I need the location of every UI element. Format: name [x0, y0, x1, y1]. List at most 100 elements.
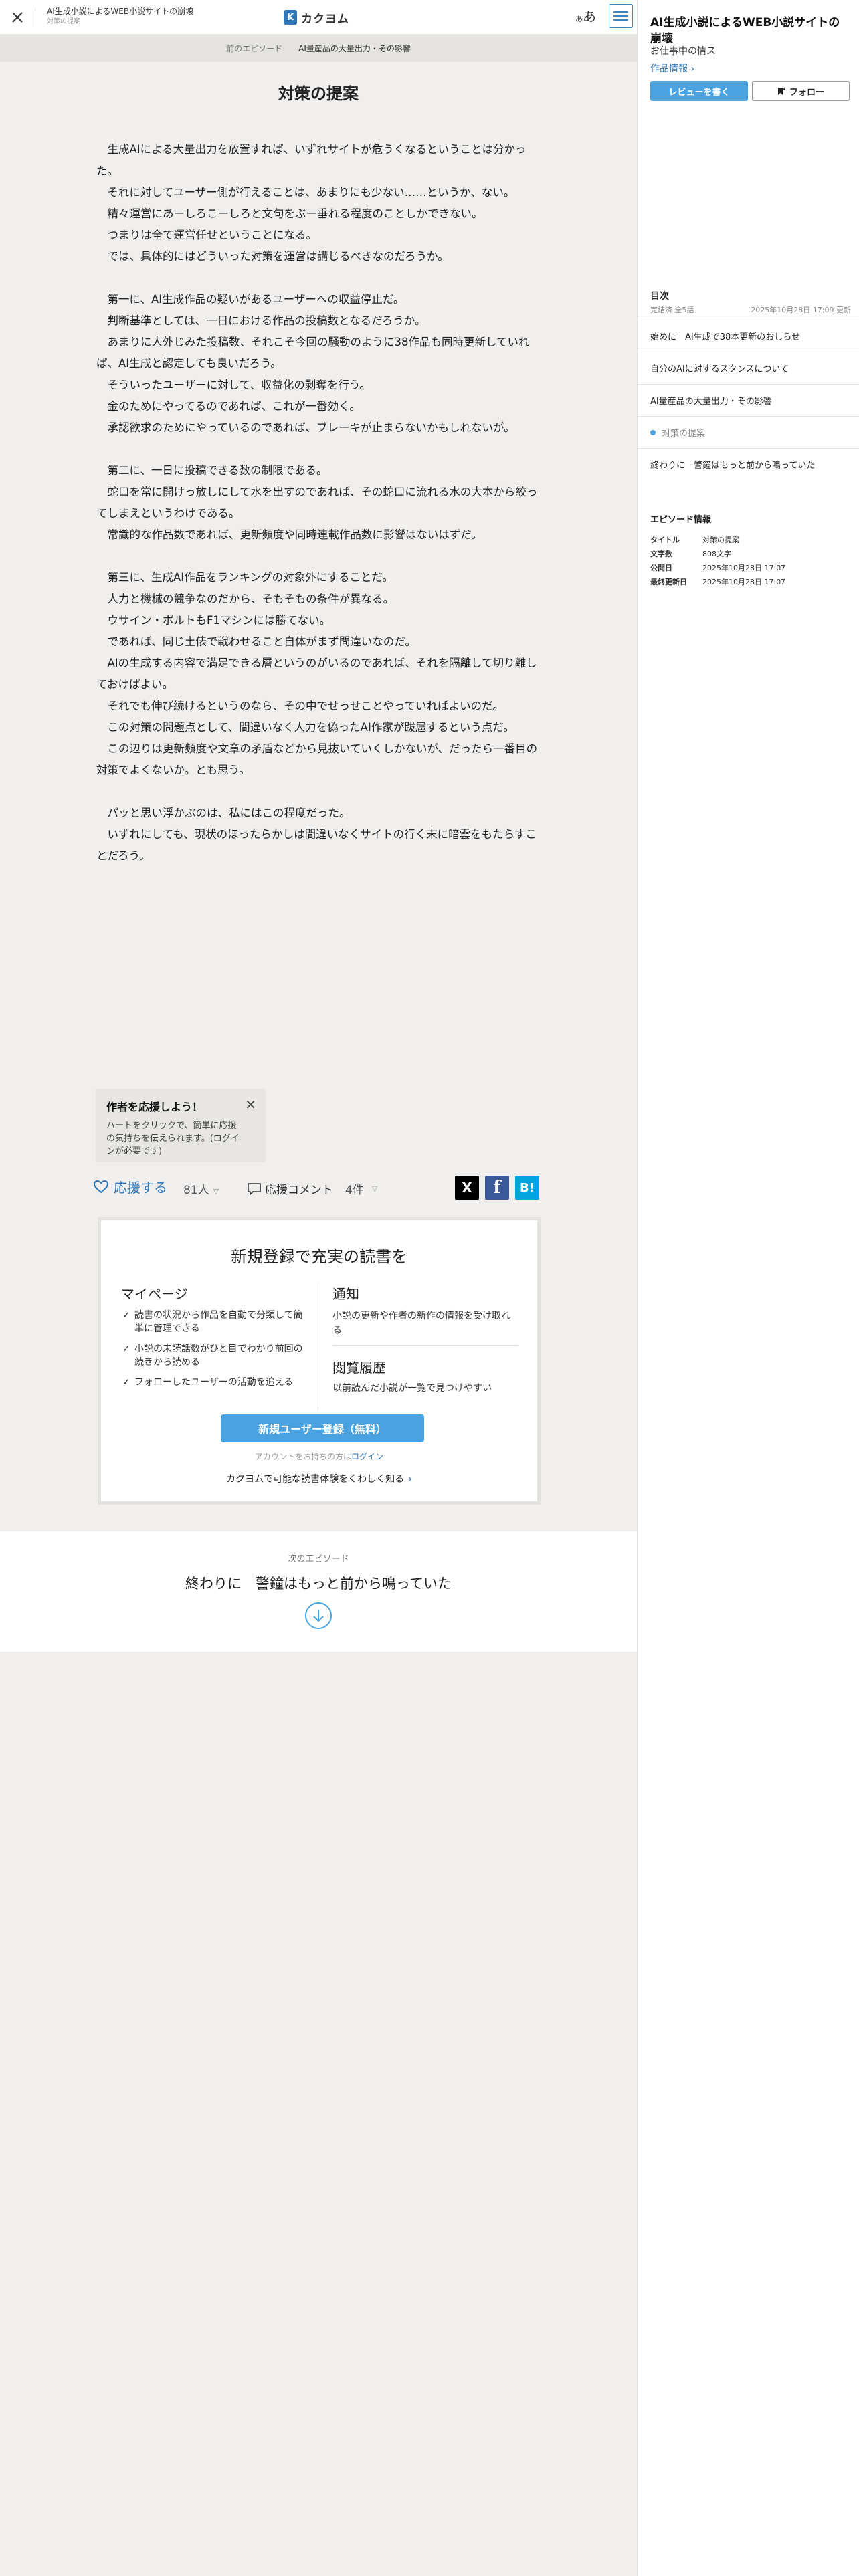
toc-item[interactable]: AI量産品の大量出力・その影響: [638, 384, 859, 416]
cheer-count-button[interactable]: 81人 ▽: [183, 1180, 219, 1197]
x-icon: X: [462, 1180, 472, 1196]
body-paragraph: 金のためにやってるのであれば、これが一番効く。: [96, 400, 361, 413]
next-episode-section: 次のエピソード 終わりに 警鐘はもっと前から鳴っていた: [0, 1531, 637, 1652]
episode-info-row: タイトル 対策の提案: [650, 532, 851, 546]
prev-episode-title[interactable]: AI量産品の大量出力・その影響: [298, 43, 411, 54]
episode-info-row: 文字数 808文字: [650, 546, 851, 560]
notify-description: 小説の更新や作者の新作の情報を受け取れる: [332, 1311, 510, 1336]
episode-info-value: 2025年10月28日 17:07: [702, 563, 786, 572]
body-paragraph: あまりに人外じみた投稿数、それこそ今回の騒動のように38作品も同時更新していれば…: [96, 336, 530, 370]
close-button[interactable]: [8, 8, 27, 27]
notify-title: 通知: [332, 1286, 359, 1302]
sidebar-author[interactable]: お仕事中の情ス: [650, 44, 716, 58]
body-paragraph: いずれにしても、現状のほったらかしは間違いなくサイトの行く末に暗雲をもたらすこと…: [96, 828, 537, 862]
cheer-tooltip: 作者を応援しよう！ ハートをクリックで、簡単に応援の気持ちを伝えられます。(ログ…: [96, 1089, 266, 1162]
toc-item[interactable]: 終わりに 警鐘はもっと前から鳴っていた: [638, 448, 859, 480]
episode-info-key: 公開日: [650, 563, 672, 572]
body-paragraph: 第一に、AI生成作品の疑いがあるユーザーへの収益停止だ。: [96, 293, 405, 306]
body-paragraph: 第三に、生成AI作品をランキングの対象外にすることだ。: [96, 571, 393, 584]
body-paragraph: 常識的な作品数であれば、更新頻度や同時連載作品数に影響はないはずだ。: [96, 528, 482, 541]
register-button[interactable]: 新規ユーザー登録（無料）: [221, 1414, 424, 1442]
body-paragraph: AIの生成する内容で満足できる層というのがいるのであれば、それを隔離して切り離し…: [96, 657, 537, 691]
facebook-icon: f: [493, 1178, 501, 1198]
next-episode-button[interactable]: [305, 1602, 332, 1629]
prev-episode-label[interactable]: 前のエピソード: [226, 43, 282, 54]
font-large-glyph: あ: [583, 9, 596, 25]
tooltip-close-icon[interactable]: ✕: [245, 1098, 256, 1111]
body-paragraph: [96, 781, 541, 802]
write-review-button[interactable]: レビューを書く: [650, 81, 748, 101]
follow-button[interactable]: フォロー: [752, 81, 850, 101]
body-paragraph: この対策の問題点として、間違いなく人力を偽ったAI作家が跋扈するという点だ。: [96, 721, 514, 734]
episode-info-value: 808文字: [702, 549, 731, 558]
logo-mark-icon: K: [284, 10, 297, 25]
logo-text: カクヨム: [301, 12, 349, 26]
history-description: 以前読んだ小説が一覧で見つけやすい: [332, 1383, 492, 1394]
cheer-button[interactable]: 応援する: [94, 1177, 167, 1196]
comment-button[interactable]: 応援コメント 4件 ▽: [248, 1180, 377, 1197]
next-episode-title[interactable]: 終わりに 警鐘はもっと前から鳴っていた: [0, 1573, 637, 1593]
episode-info-value: 対策の提案: [702, 535, 739, 544]
sidebar-work-title[interactable]: AI生成小説によるWEB小説サイトの崩壊: [650, 15, 848, 47]
arrow-down-icon: [313, 1610, 324, 1622]
toc-item[interactable]: 自分のAIに対するスタンスについて: [638, 352, 859, 384]
font-small-glyph: あ: [575, 15, 583, 23]
site-logo[interactable]: K カクヨム: [284, 8, 349, 27]
body-paragraph: であれば、同じ土俵で戦わせること自体がまず間違いなのだ。: [96, 635, 416, 648]
toc-heading: 目次: [650, 291, 669, 302]
next-episode-label: 次のエピソード: [288, 1554, 349, 1564]
learn-more-link[interactable]: カクヨムで可能な読書体験をくわしく知る ›: [101, 1472, 537, 1485]
mypage-feature-list: 読書の状況から作品を自動で分類して簡単に管理できる 小説の未読話数がひと目でわか…: [121, 1309, 308, 1396]
body-paragraph: 生成AIによる大量出力を放置すれば、いずれサイトが危うくなるということは分かった…: [96, 143, 527, 177]
menu-line-icon: [613, 15, 628, 17]
body-paragraph: パッと思い浮かぶのは、私にはこの程度だった。: [96, 807, 351, 819]
body-paragraph: それに対してユーザー側が行えることは、あまりにも少ない……というか、ない。: [96, 186, 515, 199]
comment-icon: [248, 1182, 261, 1195]
signup-divider-horizontal: [332, 1345, 518, 1346]
share-x-button[interactable]: X: [455, 1176, 479, 1200]
login-link[interactable]: ログイン: [351, 1452, 383, 1461]
signup-title: 新規登録で充実の読書を: [231, 1247, 407, 1266]
history-title: 閲覧履歴: [332, 1360, 386, 1376]
episode-body: 生成AIによる大量出力を放置すれば、いずれサイトが危うくなるということは分かった…: [96, 139, 541, 867]
toc-item[interactable]: 始めに AI生成で38本更新のおしらせ: [638, 320, 859, 352]
toc-item[interactable]: 対策の提案: [638, 416, 859, 448]
font-size-button[interactable]: ああ: [575, 7, 596, 29]
episode-info-key: タイトル: [650, 535, 680, 544]
mypage-feature: 読書の状況から作品を自動で分類して簡単に管理できる: [121, 1309, 308, 1335]
mypage-feature: 小説の未読話数がひと目でわかり前回の続きから読める: [121, 1342, 308, 1369]
body-paragraph: では、具体的にはどういった対策を運営は講じるべきなのだろうか。: [96, 250, 449, 263]
mypage-title: マイページ: [121, 1286, 188, 1302]
body-paragraph: 人力と機械の競争なのだから、そもそもの条件が異なる。: [96, 593, 395, 605]
tooltip-title: 作者を応援しよう！: [106, 1101, 203, 1113]
toc-meta: 完結済 全5話 2025年10月28日 17:09 更新: [650, 304, 851, 315]
header-episode-title: 対策の提案: [47, 18, 80, 25]
menu-line-icon: [613, 11, 628, 13]
body-paragraph: [96, 546, 541, 567]
episode-info-heading: エピソード情報: [650, 515, 712, 525]
episode-info-key: 最終更新日: [650, 577, 687, 586]
close-icon: [12, 12, 23, 23]
work-info-link[interactable]: 作品情報 ›: [650, 62, 694, 75]
header-titles: AI生成小説によるWEB小説サイトの崩壊 対策の提案: [47, 6, 248, 27]
body-paragraph: 判断基準としては、一日における作品の投稿数となるだろうか。: [96, 314, 426, 327]
hatena-icon: B!: [520, 1180, 535, 1195]
chevron-right-icon: ›: [408, 1474, 412, 1485]
toc-menu-button[interactable]: [609, 4, 633, 28]
login-prompt: アカウントをお持ちの方はログイン: [101, 1451, 537, 1462]
top-header: AI生成小説によるWEB小説サイトの崩壊 対策の提案 K カクヨム ああ: [0, 0, 637, 35]
cheer-count: 81人: [183, 1184, 209, 1197]
reader-main: AI生成小説によるWEB小説サイトの崩壊 対策の提案 K カクヨム ああ 前のエ…: [0, 0, 637, 2576]
body-paragraph: 第二に、一日に投稿できる数の制限である。: [96, 464, 328, 477]
episode-info-row: 最終更新日 2025年10月28日 17:07: [650, 574, 851, 588]
sidebar: AI生成小説によるWEB小説サイトの崩壊 お仕事中の情ス 作品情報 › レビュー…: [637, 0, 859, 2576]
action-bar: 応援する 81人 ▽ 応援コメント 4件 ▽ X f B!: [94, 1174, 542, 1201]
header-work-title[interactable]: AI生成小説によるWEB小説サイトの崩壊: [47, 6, 248, 17]
mypage-feature: フォローしたユーザーの活動を追える: [121, 1376, 308, 1389]
body-paragraph: 蛇口を常に開けっ放しにして水を出すのであれば、その蛇口に流れる水の大本から絞って…: [96, 486, 538, 520]
body-paragraph: 承認欲求のためにやっているのであれば、ブレーキが止まらないかもしれないが。: [96, 421, 515, 434]
body-paragraph: それでも伸び続けるというのなら、その中でせっせことやっていればよいのだ。: [96, 700, 504, 712]
share-hatena-button[interactable]: B!: [515, 1176, 539, 1200]
toc-updated: 2025年10月28日 17:09 更新: [751, 306, 851, 314]
share-facebook-button[interactable]: f: [485, 1176, 509, 1200]
